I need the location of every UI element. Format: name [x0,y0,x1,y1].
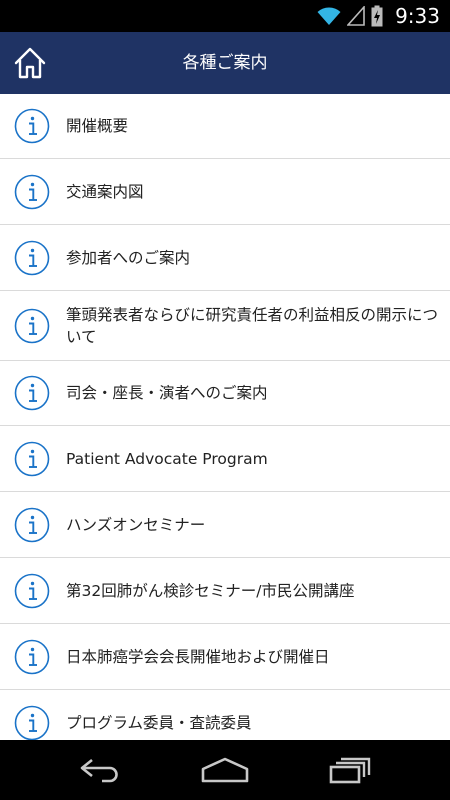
info-icon [14,174,50,209]
menu-item-label: ハンズオンセミナー [66,515,206,534]
info-icon [14,375,50,411]
home-button[interactable] [12,45,48,81]
menu-item[interactable]: 第32回肺がん検診セミナー/市民公開講座 [0,558,450,624]
back-icon [80,758,118,783]
battery-charging-icon [371,5,383,27]
info-icon [14,573,50,608]
status-time: 9:33 [395,4,440,28]
menu-item[interactable]: 参加者へのご案内 [0,225,450,291]
menu-item[interactable]: プログラム委員・査読委員 [0,690,450,740]
info-icon [14,108,50,144]
recent-apps-icon [329,757,371,784]
wifi-icon [317,7,341,25]
info-menu-list: 開催概要交通案内図参加者へのご案内筆頭発表者ならびに研究責任者の利益相反の開示に… [0,94,450,740]
menu-item[interactable]: 日本肺癌学会会長開催地および開催日 [0,624,450,690]
nav-home-button[interactable] [195,750,255,790]
menu-item-label: 筆頭発表者ならびに研究責任者の利益相反の開示について [66,305,439,346]
app-bar: 各種ご案内 [0,32,450,94]
status-icons: 9:33 [317,0,440,32]
back-button[interactable] [70,750,130,790]
page-title: 各種ご案内 [182,53,268,73]
status-bar: 9:33 [0,0,450,32]
menu-item-label: 日本肺癌学会会長開催地および開催日 [66,647,330,666]
menu-item-label: Patient Advocate Program [66,449,268,468]
info-icon [14,308,50,343]
menu-item[interactable]: 司会・座長・演者へのご案内 [0,361,450,426]
menu-item[interactable]: ハンズオンセミナー [0,492,450,558]
info-icon [14,507,50,542]
home-icon [201,757,249,783]
home-icon [14,47,46,79]
menu-item[interactable]: 交通案内図 [0,159,450,225]
info-icon [14,441,50,476]
menu-item[interactable]: Patient Advocate Program [0,426,450,492]
menu-item[interactable]: 筆頭発表者ならびに研究責任者の利益相反の開示について [0,291,450,361]
info-icon [14,639,50,674]
menu-item[interactable]: 開催概要 [0,94,450,159]
navigation-bar [0,740,450,800]
menu-item-label: 開催概要 [66,117,129,135]
menu-item-label: 交通案内図 [66,182,144,201]
menu-item-label: 司会・座長・演者へのご案内 [66,384,268,402]
recent-apps-button[interactable] [320,750,380,790]
menu-item-label: プログラム委員・査読委員 [66,713,252,732]
signal-icon [347,6,365,26]
menu-item-label: 参加者へのご案内 [66,248,191,267]
info-icon [14,240,50,275]
menu-item-label: 第32回肺がん検診セミナー/市民公開講座 [66,581,355,600]
info-icon [14,705,50,740]
